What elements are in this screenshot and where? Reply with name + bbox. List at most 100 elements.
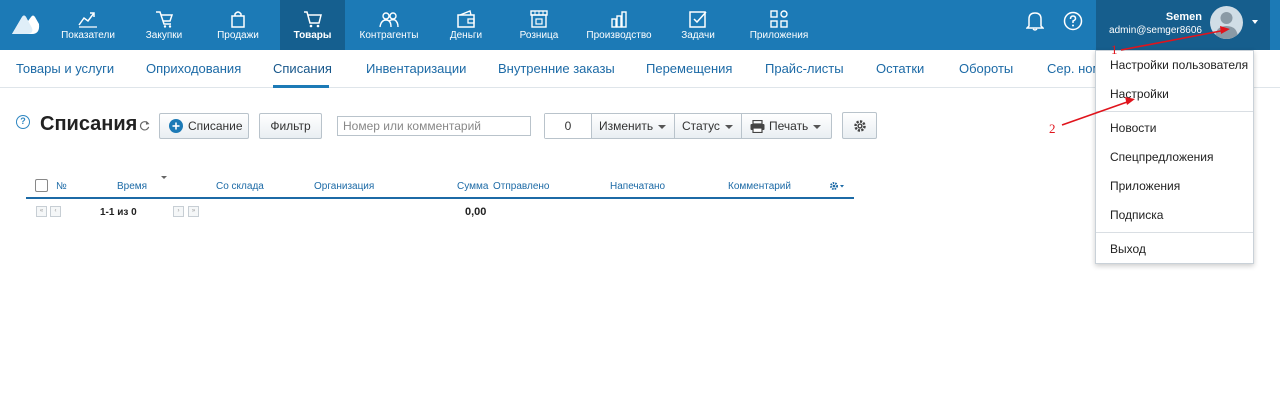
column-header-organization[interactable]: Организация [314, 181, 374, 192]
basket-icon [156, 11, 174, 28]
subnav-vnutrennie-zakazy[interactable]: Внутренние заказы [498, 61, 615, 76]
selected-count: 0 [545, 114, 591, 138]
logo-icon[interactable] [10, 12, 40, 36]
divider [741, 114, 742, 138]
nav-label: Задачи [681, 30, 715, 41]
people-icon [379, 12, 399, 28]
nav-proizvodstvo[interactable]: Производство [582, 0, 656, 50]
annotation-label-1: 1 [1111, 42, 1118, 57]
plus-circle-icon [169, 119, 183, 133]
change-button-label: Изменить [599, 119, 654, 133]
subnav-peremeshcheniya[interactable]: Перемещения [646, 61, 732, 76]
caret-down-icon [658, 124, 667, 129]
nav-tovary[interactable]: Товары [280, 0, 345, 50]
menu-item-apps[interactable]: Приложения [1110, 179, 1180, 193]
top-navigation-bar: Показатели Закупки Продажи Товары Контра… [0, 0, 1280, 50]
column-header-time[interactable]: Время [117, 181, 147, 192]
subnav-ser-nomera[interactable]: Сер. ном [1047, 61, 1101, 76]
subnav-prais-listy[interactable]: Прайс-листы [765, 61, 844, 76]
nav-zadachi[interactable]: Задачи [665, 0, 731, 50]
nav-label: Продажи [217, 30, 259, 41]
last-page-icon[interactable]: » [188, 206, 199, 217]
status-button-label: Статус [682, 119, 720, 133]
subnav-ostatki[interactable]: Остатки [876, 61, 924, 76]
column-header-comment[interactable]: Комментарий [728, 181, 791, 192]
caret-down-icon [724, 124, 733, 129]
menu-item-news[interactable]: Новости [1110, 121, 1156, 135]
subnav-oprikhodovaniya[interactable]: Оприходования [146, 61, 241, 76]
nav-label: Контрагенты [359, 30, 419, 41]
nav-dengi[interactable]: Деньги [434, 0, 498, 50]
menu-item-special-offers[interactable]: Спецпредложения [1110, 150, 1214, 164]
select-all-checkbox[interactable] [35, 179, 48, 192]
sub-navigation: Товары и услуги Оприходования Списания И… [0, 50, 1280, 88]
nav-roznitsa[interactable]: Розница [506, 0, 572, 50]
subnav-spisaniya[interactable]: Списания [273, 61, 332, 76]
avatar[interactable] [1210, 6, 1243, 39]
nav-zakupki[interactable]: Закупки [131, 0, 197, 50]
column-header-printed[interactable]: Напечатано [610, 181, 665, 192]
sort-desc-icon [161, 176, 167, 179]
subnav-inventarizatsii[interactable]: Инвентаризации [366, 61, 466, 76]
user-menu-toggle[interactable]: Semen admin@semger8606 [1096, 0, 1270, 50]
help-circle-icon[interactable] [1063, 11, 1083, 31]
nav-pokazateli[interactable]: Показатели [55, 0, 121, 50]
bell-icon[interactable] [1026, 11, 1044, 31]
shopping-bag-icon [231, 11, 245, 28]
page-title: Списания [40, 113, 138, 135]
column-header-sent[interactable]: Отправлено [493, 181, 549, 192]
user-dropdown-menu: Настройки пользователя Настройки Новости… [1095, 50, 1254, 264]
printer-icon [750, 120, 765, 134]
subnav-tovary-i-uslugi[interactable]: Товары и услуги [16, 61, 114, 76]
user-name: Semen [1165, 11, 1202, 23]
nav-kontragenty[interactable]: Контрагенты [352, 0, 426, 50]
store-icon [530, 10, 548, 28]
column-settings-icon[interactable] [829, 181, 845, 191]
search-input[interactable] [337, 116, 531, 136]
prev-page-icon[interactable]: ‹ [50, 206, 61, 217]
status-button[interactable]: Статус [682, 114, 733, 138]
menu-item-user-settings[interactable]: Настройки пользователя [1110, 58, 1248, 72]
first-page-icon[interactable]: « [36, 206, 47, 217]
nav-label: Показатели [61, 30, 115, 41]
nav-prodazhi[interactable]: Продажи [205, 0, 271, 50]
change-button[interactable]: Изменить [599, 114, 667, 138]
gear-icon [854, 120, 866, 132]
subnav-oboroty[interactable]: Обороты [959, 61, 1013, 76]
add-spisanie-button[interactable]: Списание [159, 113, 249, 139]
next-page-icon[interactable]: › [173, 206, 184, 217]
bulk-actions-group: 0 Изменить Статус Печать [544, 113, 832, 139]
nav-label: Производство [586, 30, 652, 41]
filter-button[interactable]: Фильтр [259, 113, 322, 139]
filter-button-label: Фильтр [270, 119, 311, 133]
total-sum: 0,00 [465, 206, 487, 218]
menu-item-subscription[interactable]: Подписка [1110, 208, 1163, 222]
divider [591, 114, 592, 138]
menu-item-logout[interactable]: Выход [1110, 242, 1146, 256]
refresh-icon[interactable] [139, 120, 150, 131]
nav-label: Розница [519, 30, 559, 41]
wallet-icon [457, 10, 475, 28]
menu-divider [1096, 232, 1253, 233]
print-button[interactable]: Печать [750, 114, 822, 138]
column-header-number[interactable]: № [56, 181, 67, 192]
checkbox-icon [689, 11, 707, 28]
column-header-sum[interactable]: Сумма [457, 181, 488, 192]
active-tab-indicator [273, 85, 329, 88]
print-button-label: Печать [769, 119, 809, 133]
divider [674, 114, 675, 138]
nav-label: Товары [293, 30, 332, 41]
menu-item-settings[interactable]: Настройки [1110, 87, 1169, 101]
menu-divider [1096, 111, 1253, 112]
nav-label: Приложения [749, 30, 809, 41]
settings-button[interactable] [842, 112, 877, 139]
nav-prilozheniya[interactable]: Приложения [742, 0, 816, 50]
annotation-label-2: 2 [1049, 121, 1056, 136]
nav-label: Деньги [449, 30, 483, 41]
chevron-down-icon [1252, 20, 1258, 24]
user-login: admin@semger8606 [1109, 25, 1202, 36]
add-button-label: Списание [188, 119, 243, 133]
column-header-warehouse[interactable]: Со склада [216, 181, 264, 192]
pagination-info: 1-1 из 0 [100, 207, 137, 218]
help-icon[interactable]: ? [16, 115, 30, 129]
